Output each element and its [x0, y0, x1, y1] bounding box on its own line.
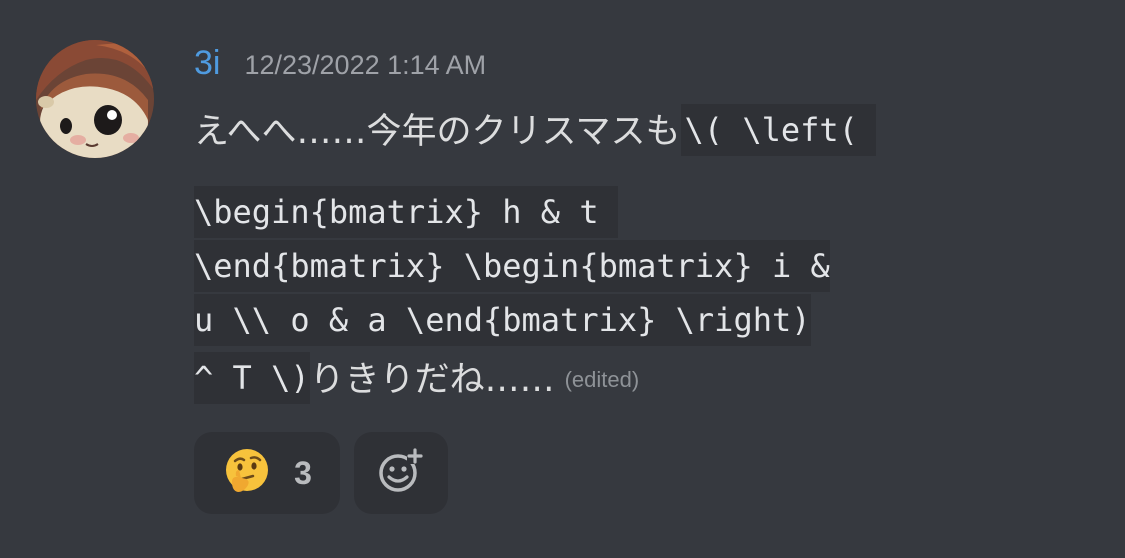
chat-message: 3i 12/23/2022 1:14 AM えへへ……今年のクリスマスも \( …: [0, 0, 1125, 558]
inline-code: \( \left(: [680, 104, 876, 156]
inline-code: \begin{bmatrix} h & t: [194, 186, 618, 238]
add-reaction-icon: [376, 446, 426, 500]
message-line-1: えへへ……今年のクリスマスも \( \left(: [194, 104, 876, 156]
message-line-2: \begin{bmatrix} h & t: [194, 186, 618, 238]
message-text: えへへ……今年のクリスマスも: [194, 112, 681, 152]
message-line-4: u \\ o & a \end{bmatrix} \right): [194, 294, 811, 346]
reactions-bar: 3: [194, 432, 448, 514]
message-header: 3i 12/23/2022 1:14 AM: [194, 44, 486, 88]
edited-label: (edited): [564, 367, 640, 392]
reaction-count: 3: [294, 454, 312, 491]
add-reaction-button[interactable]: [354, 432, 448, 514]
inline-code: \end{bmatrix} \begin{bmatrix} i &: [194, 240, 830, 292]
thinking-face-icon: [222, 446, 272, 500]
avatar[interactable]: [36, 40, 154, 158]
message-line-3: \end{bmatrix} \begin{bmatrix} i &: [194, 240, 830, 292]
reaction-thinking[interactable]: 3: [194, 432, 340, 514]
author-name[interactable]: 3i: [194, 44, 220, 83]
inline-code: u \\ o & a \end{bmatrix} \right): [194, 294, 811, 346]
message-line-5: ^ T \) りきりだね…… (edited): [194, 352, 639, 404]
message-timestamp[interactable]: 12/23/2022 1:14 AM: [244, 50, 486, 81]
inline-code: ^ T \): [194, 352, 310, 404]
message-text: りきりだね……: [309, 360, 555, 400]
